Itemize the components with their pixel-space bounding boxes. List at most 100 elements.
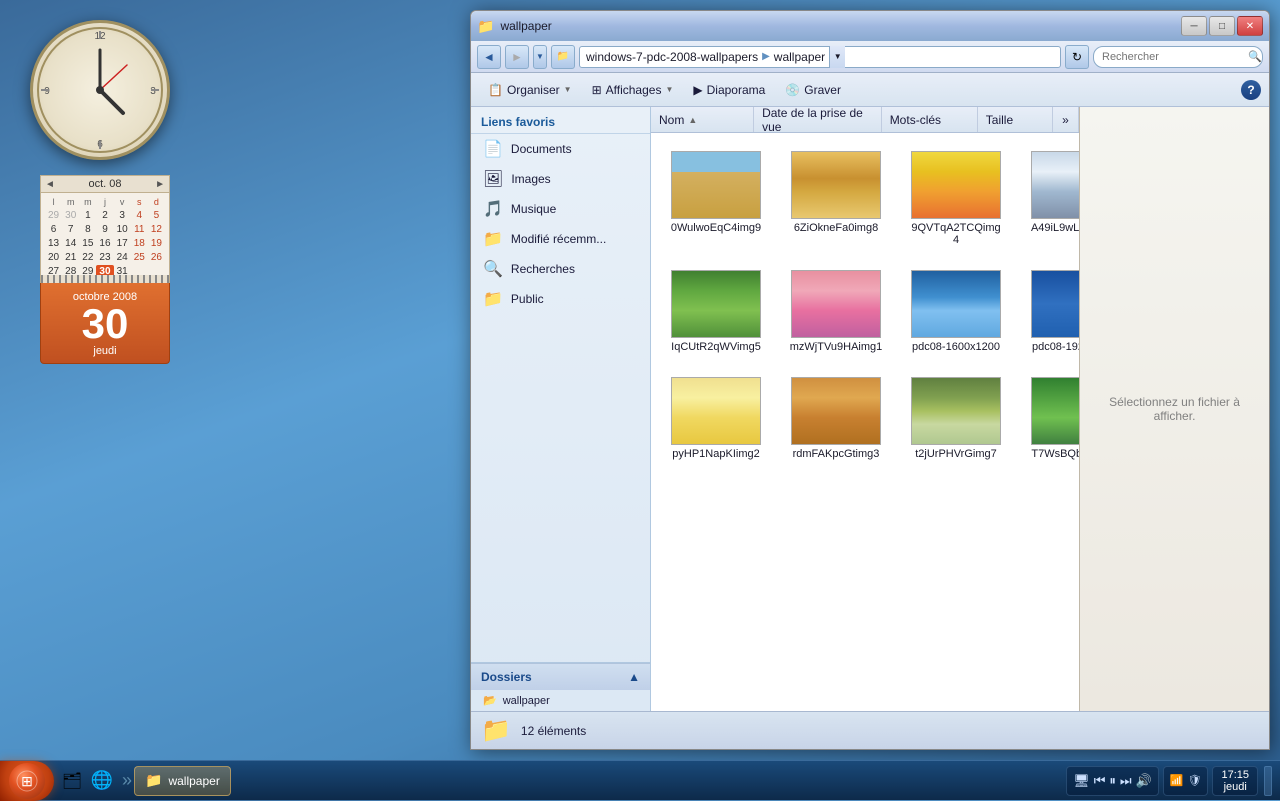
tray-icon-play[interactable]: ⏸ [1109, 773, 1116, 789]
file-item[interactable]: T7WsBQbzlFimg6 [1021, 369, 1079, 468]
col-header-mots[interactable]: Mots-clés [882, 107, 978, 132]
date-weekday: jeudi [45, 345, 165, 357]
cal-day[interactable]: 8 [79, 223, 96, 236]
cal-day[interactable]: 29 [45, 209, 62, 222]
up-button[interactable]: 📁 [551, 45, 575, 69]
calendar-next-btn[interactable]: ► [155, 179, 165, 190]
col-header-nom[interactable]: Nom ▲ [651, 107, 754, 132]
cal-day[interactable]: 23 [96, 251, 113, 264]
cal-day[interactable]: 6 [45, 223, 62, 236]
cal-day[interactable]: 10 [114, 223, 131, 236]
cal-day[interactable]: 18 [131, 237, 148, 250]
public-icon: 📁 [483, 289, 503, 309]
tray-icon-next[interactable]: ⏭ [1120, 773, 1132, 789]
file-thumbnail [911, 151, 1001, 219]
cal-day[interactable]: 15 [79, 237, 96, 250]
sidebar-folder-wallpaper[interactable]: 📂 wallpaper [471, 690, 650, 711]
sidebar-item-recherches[interactable]: 🔍 Recherches [471, 254, 650, 284]
clock-day: jeudi [1224, 781, 1247, 793]
file-item[interactable]: mzWjTVu9HAimg1 [781, 262, 891, 361]
sidebar-item-musique[interactable]: 🎵 Musique [471, 194, 650, 224]
file-item[interactable]: IqCUtR2qWVimg5 [661, 262, 771, 361]
file-name: 6ZiOkneFa0img8 [794, 222, 878, 234]
tray-icon-security[interactable]: 🛡 [1188, 774, 1202, 787]
sidebar-item-public[interactable]: 📁 Public [471, 284, 650, 314]
file-item[interactable]: t2jUrPHVrGimg7 [901, 369, 1011, 468]
sidebar-folders-header[interactable]: Dossiers ▲ [471, 663, 650, 690]
sidebar-item-recent[interactable]: 📁 Modifié récemm... [471, 224, 650, 254]
svg-text:3: 3 [150, 86, 156, 97]
calendar-nav[interactable]: ◄ oct. 08 ► [40, 175, 170, 192]
cal-day[interactable]: 2 [96, 209, 113, 222]
file-item[interactable]: 6ZiOkneFa0img8 [781, 143, 891, 254]
cal-day[interactable]: 20 [45, 251, 62, 264]
taskbar-window-wallpaper[interactable]: 📁 wallpaper [134, 766, 231, 796]
diaporama-button[interactable]: ▶ Diaporama [684, 77, 774, 103]
cal-day[interactable]: 24 [114, 251, 131, 264]
minimize-button[interactable]: ─ [1181, 16, 1207, 36]
tray-icon-monitor[interactable]: 🖥 [1073, 773, 1090, 789]
cal-day[interactable]: 14 [62, 237, 79, 250]
clock-time: 17:15 [1221, 769, 1249, 781]
taskbar-icon-explorer[interactable]: 🗂 [58, 767, 86, 795]
file-item[interactable]: pdc08-1600x1200 [901, 262, 1011, 361]
cal-day[interactable]: 17 [114, 237, 131, 250]
tray-icon-media[interactable]: ⏮ [1094, 773, 1106, 789]
maximize-button[interactable]: □ [1209, 16, 1235, 36]
cal-day[interactable]: 22 [79, 251, 96, 264]
cal-day[interactable]: 16 [96, 237, 113, 250]
start-button[interactable]: ⊞ [0, 761, 54, 801]
col-header-taille[interactable]: Taille [978, 107, 1053, 132]
cal-day[interactable]: 7 [62, 223, 79, 236]
file-item[interactable]: A49iL9wLyFimg10 [1021, 143, 1079, 254]
col-header-more[interactable]: » [1053, 107, 1079, 132]
cal-day[interactable]: 25 [131, 251, 148, 264]
tray-icon-network[interactable]: 📶 [1170, 774, 1184, 787]
refresh-button[interactable]: ↻ [1065, 45, 1089, 69]
cal-day[interactable]: 30 [62, 209, 79, 222]
tray-icon-volume[interactable]: 🔊 [1136, 773, 1152, 789]
back-button[interactable]: ◄ [477, 45, 501, 69]
taskbar-icon-ie[interactable]: 🌐 [88, 767, 116, 795]
preview-panel: Sélectionnez un fichier à afficher. [1079, 107, 1269, 711]
cal-day[interactable]: 12 [148, 223, 165, 236]
toolbar: 📋 Organiser ▼ ⊞ Affichages ▼ ▶ Diaporama… [471, 73, 1269, 107]
cal-day[interactable]: 13 [45, 237, 62, 250]
search-input[interactable] [1102, 51, 1244, 63]
nav-dropdown-button[interactable]: ▼ [533, 45, 547, 69]
taskbar-separator: » [120, 770, 134, 791]
taskbar-clock[interactable]: 17:15 jeudi [1212, 766, 1258, 796]
file-item[interactable]: pdc08-1920x1200 [1021, 262, 1079, 361]
file-item[interactable]: 9QVTqA2TCQimg4 [901, 143, 1011, 254]
cal-day[interactable]: 1 [79, 209, 96, 222]
graver-button[interactable]: 💿 Graver [776, 77, 850, 103]
sidebar-item-images[interactable]: 🖼 Images [471, 164, 650, 194]
cal-day[interactable]: 5 [148, 209, 165, 222]
help-button[interactable]: ? [1241, 80, 1261, 100]
cal-day[interactable]: 4 [131, 209, 148, 222]
file-item[interactable]: 0WulwoEqC4img9 [661, 143, 771, 254]
calendar-month-year: oct. 08 [88, 178, 121, 190]
close-button[interactable]: ✕ [1237, 16, 1263, 36]
path-dropdown-btn[interactable]: ▼ [829, 46, 845, 68]
search-box[interactable]: 🔍 [1093, 46, 1263, 68]
calendar-prev-btn[interactable]: ◄ [45, 179, 55, 190]
cal-day[interactable]: 9 [96, 223, 113, 236]
affichages-button[interactable]: ⊞ Affichages ▼ [583, 77, 683, 103]
cal-day[interactable]: 19 [148, 237, 165, 250]
desktop: 12 3 6 9 ◄ oct. 08 [0, 0, 1280, 800]
forward-button[interactable]: ► [505, 45, 529, 69]
show-desktop-button[interactable] [1264, 766, 1272, 796]
cal-day[interactable]: 3 [114, 209, 131, 222]
file-item[interactable]: rdmFAKpcGtimg3 [781, 369, 891, 468]
sidebar-item-documents[interactable]: 📄 Documents [471, 134, 650, 164]
taskbar: ⊞ 🗂 🌐 » 📁 wallpaper 🖥 ⏮ ⏸ ⏭ 🔊 📶 🛡 [0, 760, 1280, 800]
cal-day[interactable]: 11 [131, 223, 148, 236]
address-path[interactable]: windows-7-pdc-2008-wallpapers ▶ wallpape… [579, 46, 1061, 68]
file-item[interactable]: pyHP1NapKIimg2 [661, 369, 771, 468]
cal-day[interactable]: 21 [62, 251, 79, 264]
organiser-button[interactable]: 📋 Organiser ▼ [479, 77, 581, 103]
cal-day[interactable]: 26 [148, 251, 165, 264]
col-header-date[interactable]: Date de la prise de vue [754, 107, 882, 132]
file-name: IqCUtR2qWVimg5 [671, 341, 761, 353]
